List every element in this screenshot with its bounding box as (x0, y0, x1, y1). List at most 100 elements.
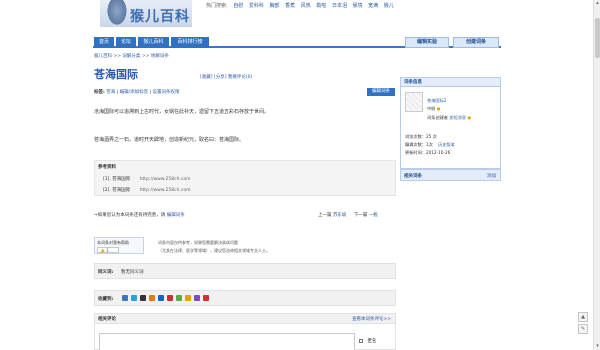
synonyms-label: 同义词: (98, 270, 114, 275)
related-entries-label: 相关词条 (404, 174, 422, 179)
comments-header: 相关评论 查看本词条评论>> (95, 314, 395, 324)
share-service-icon[interactable] (194, 295, 200, 301)
references-box: 参考资料 [1]. 苍海国际 http://www.258ch.com [2].… (94, 160, 396, 196)
breadcrumb-item[interactable]: 猴儿百科 (94, 54, 112, 59)
comments-label: 相关评论 (98, 317, 116, 322)
synonyms-value: 暂无同义词 (121, 270, 144, 275)
comments-section: 相关评论 查看本词条评论>> 匿名 (94, 313, 396, 350)
reference-item: [2]. 苍海国际 http://www.258ch.com (103, 187, 191, 193)
share-icons (122, 295, 212, 303)
notice-line: 词条内容仅供参考，如果您需要解决具体问题 (158, 240, 238, 245)
page-title: 苍海国际 (94, 68, 138, 81)
anonymous-option[interactable]: 匿名 (359, 338, 376, 344)
tags-label: 标签: (94, 90, 105, 95)
creator-link[interactable]: 苍海国际2 (427, 98, 446, 103)
reference-item: [1]. 苍海国际 http://www.258ch.com (103, 176, 191, 182)
anonymous-label: 匿名 (367, 339, 377, 344)
level-icon: ● (436, 106, 441, 111)
anonymous-checkbox[interactable] (359, 338, 363, 343)
share-service-icon[interactable] (140, 295, 146, 301)
nav-tab-ranking[interactable]: 百科排行榜 (171, 37, 209, 48)
share-label: 收藏到: (98, 297, 114, 302)
improve-prompt: →如果您认为本词条还有待完善，请 编辑词条 (94, 212, 185, 218)
reference-url[interactable]: http://www.258ch.com (140, 177, 191, 182)
breadcrumb-item[interactable]: 词解分类 (122, 54, 140, 59)
edit-tags-link[interactable]: 编辑/添加标签 (120, 90, 149, 95)
share-service-icon[interactable] (176, 295, 182, 301)
add-related-link[interactable]: 添加 (487, 173, 496, 179)
feedback-icon[interactable]: ✎ (578, 324, 588, 334)
share-service-icon[interactable] (203, 295, 209, 301)
hot-keyword[interactable]: 风热 (301, 3, 311, 9)
related-entries-panel: 相关词条 添加 (400, 169, 501, 181)
hot-keyword[interactable]: 悬境 (353, 3, 363, 9)
page: 猴儿百科 热门搜索: 自慰 爱科科 胸部 香蕉 风热 勒啦 日本泪 悬境 宽满 … (0, 0, 600, 350)
share-service-icon[interactable] (158, 295, 164, 301)
tag-row: 标签: 苍海 | 编辑/添加标签 | 设置词条权限 (94, 90, 180, 95)
view-comments-link[interactable]: 查看本词条评论>> (352, 316, 391, 322)
edits-count: 编辑次数：1次 (405, 142, 433, 147)
share-service-icon[interactable] (149, 295, 155, 301)
hot-keyword[interactable]: 日本泪 (332, 3, 347, 9)
history-link[interactable]: 历史版本 (438, 142, 455, 147)
share-service-icon[interactable] (185, 295, 191, 301)
next-label: 下一篇 (353, 213, 368, 218)
creator-level: 中尉 ● (427, 106, 440, 112)
avatar[interactable] (405, 92, 423, 112)
hot-keyword[interactable]: 胸部 (270, 3, 280, 9)
nav-tab-forum[interactable]: 论坛 (116, 37, 136, 48)
helpful-box: 本词条对我有帮助 👍 1 (94, 237, 144, 254)
send-message-link[interactable]: 发短消息 (449, 115, 466, 120)
entry-permission-link[interactable]: 设置词条权限 (153, 90, 180, 95)
share-service-icon[interactable] (122, 295, 128, 301)
author-row: 词条创建者 发短消息 ● (427, 115, 471, 121)
scroll-thumb[interactable] (595, 18, 600, 58)
reference-index: [1]. (103, 177, 111, 182)
reference-url[interactable]: http://www.258ch.com (140, 188, 191, 193)
views-count: 浏览次数：25 次 (405, 134, 437, 139)
creator-name[interactable]: 苍海国际2 (427, 98, 446, 104)
nav-tab-home[interactable]: 首页 (94, 37, 114, 48)
entry-info-panel: 词条信息 苍海国际2 中尉 ● 词条创建者 发短消息 ● 浏览次数：25 次 编… (400, 77, 501, 169)
badge-icon: ● (467, 115, 472, 120)
reference-name[interactable]: 苍海国际 (112, 188, 130, 193)
share-bar: 收藏到: (94, 290, 396, 306)
improve-edit-link[interactable]: 编辑词条 (167, 213, 185, 218)
references-heading: 参考资料 (98, 165, 116, 170)
back-to-top-icon[interactable]: ▲ (578, 312, 588, 322)
helpful-button[interactable]: 👍 1 (97, 247, 119, 253)
tag-link[interactable]: 苍海 (106, 90, 115, 95)
breadcrumb: 猴儿百科 >> 词解分类 >> 地解词条 (94, 54, 169, 59)
reference-name[interactable]: 苍海国际 (112, 177, 130, 182)
site-logo[interactable]: 猴儿百科 (100, 0, 192, 27)
breadcrumb-item[interactable]: 地解词条 (151, 54, 169, 59)
thumb-up-icon: 👍 (100, 248, 105, 253)
hot-keyword[interactable]: 自慰 (233, 3, 243, 9)
share-service-icon[interactable] (167, 295, 173, 301)
logo-text: 猴儿百科 (130, 9, 190, 25)
create-entry-button[interactable]: 创建词条 (453, 37, 499, 48)
prev-link[interactable]: 苏东坡 (333, 213, 347, 218)
reference-index: [2]. (103, 188, 111, 193)
comment-textarea[interactable] (99, 333, 355, 350)
hot-keyword[interactable]: 爱科科 (249, 3, 264, 9)
scrollbar[interactable]: ▴ ▾ (593, 0, 600, 350)
scroll-down-icon[interactable]: ▾ (595, 344, 600, 349)
prev-label: 上一篇 (318, 213, 332, 218)
next-link[interactable]: 一瓶 (369, 213, 378, 218)
entry-paragraph: 苍海酒弄之一石，道时开天辟地，创造新纪元，取名曰：苍海国际。 (94, 137, 245, 143)
hot-keyword[interactable]: 猴儿 (384, 3, 394, 9)
edit-entry-button[interactable]: 编辑词条 (367, 88, 395, 96)
hot-keyword[interactable]: 宽满 (368, 3, 378, 9)
entry-paragraph: 沧海国际可以追溯到上古时代，女娲在此补天，遗留下五道五彩石存放于世间。 (94, 109, 270, 115)
share-service-icon[interactable] (131, 295, 137, 301)
title-tools[interactable]: [收藏] [分享] 我要评论(0) (200, 74, 252, 80)
hot-search: 热门搜索: 自慰 爱科科 胸部 香蕉 风热 勒啦 日本泪 悬境 宽满 猴儿 (206, 2, 394, 9)
floating-tools: ▲ ✎ (578, 312, 588, 336)
hot-search-label: 热门搜索: (206, 3, 228, 9)
edit-lab-button[interactable]: 编辑实验 (405, 37, 449, 48)
nav-tab-wiki[interactable]: 猴儿百科 (138, 37, 169, 48)
scroll-up-icon[interactable]: ▴ (595, 1, 600, 6)
hot-keyword[interactable]: 勒啦 (316, 3, 326, 9)
hot-keyword[interactable]: 香蕉 (285, 3, 295, 9)
